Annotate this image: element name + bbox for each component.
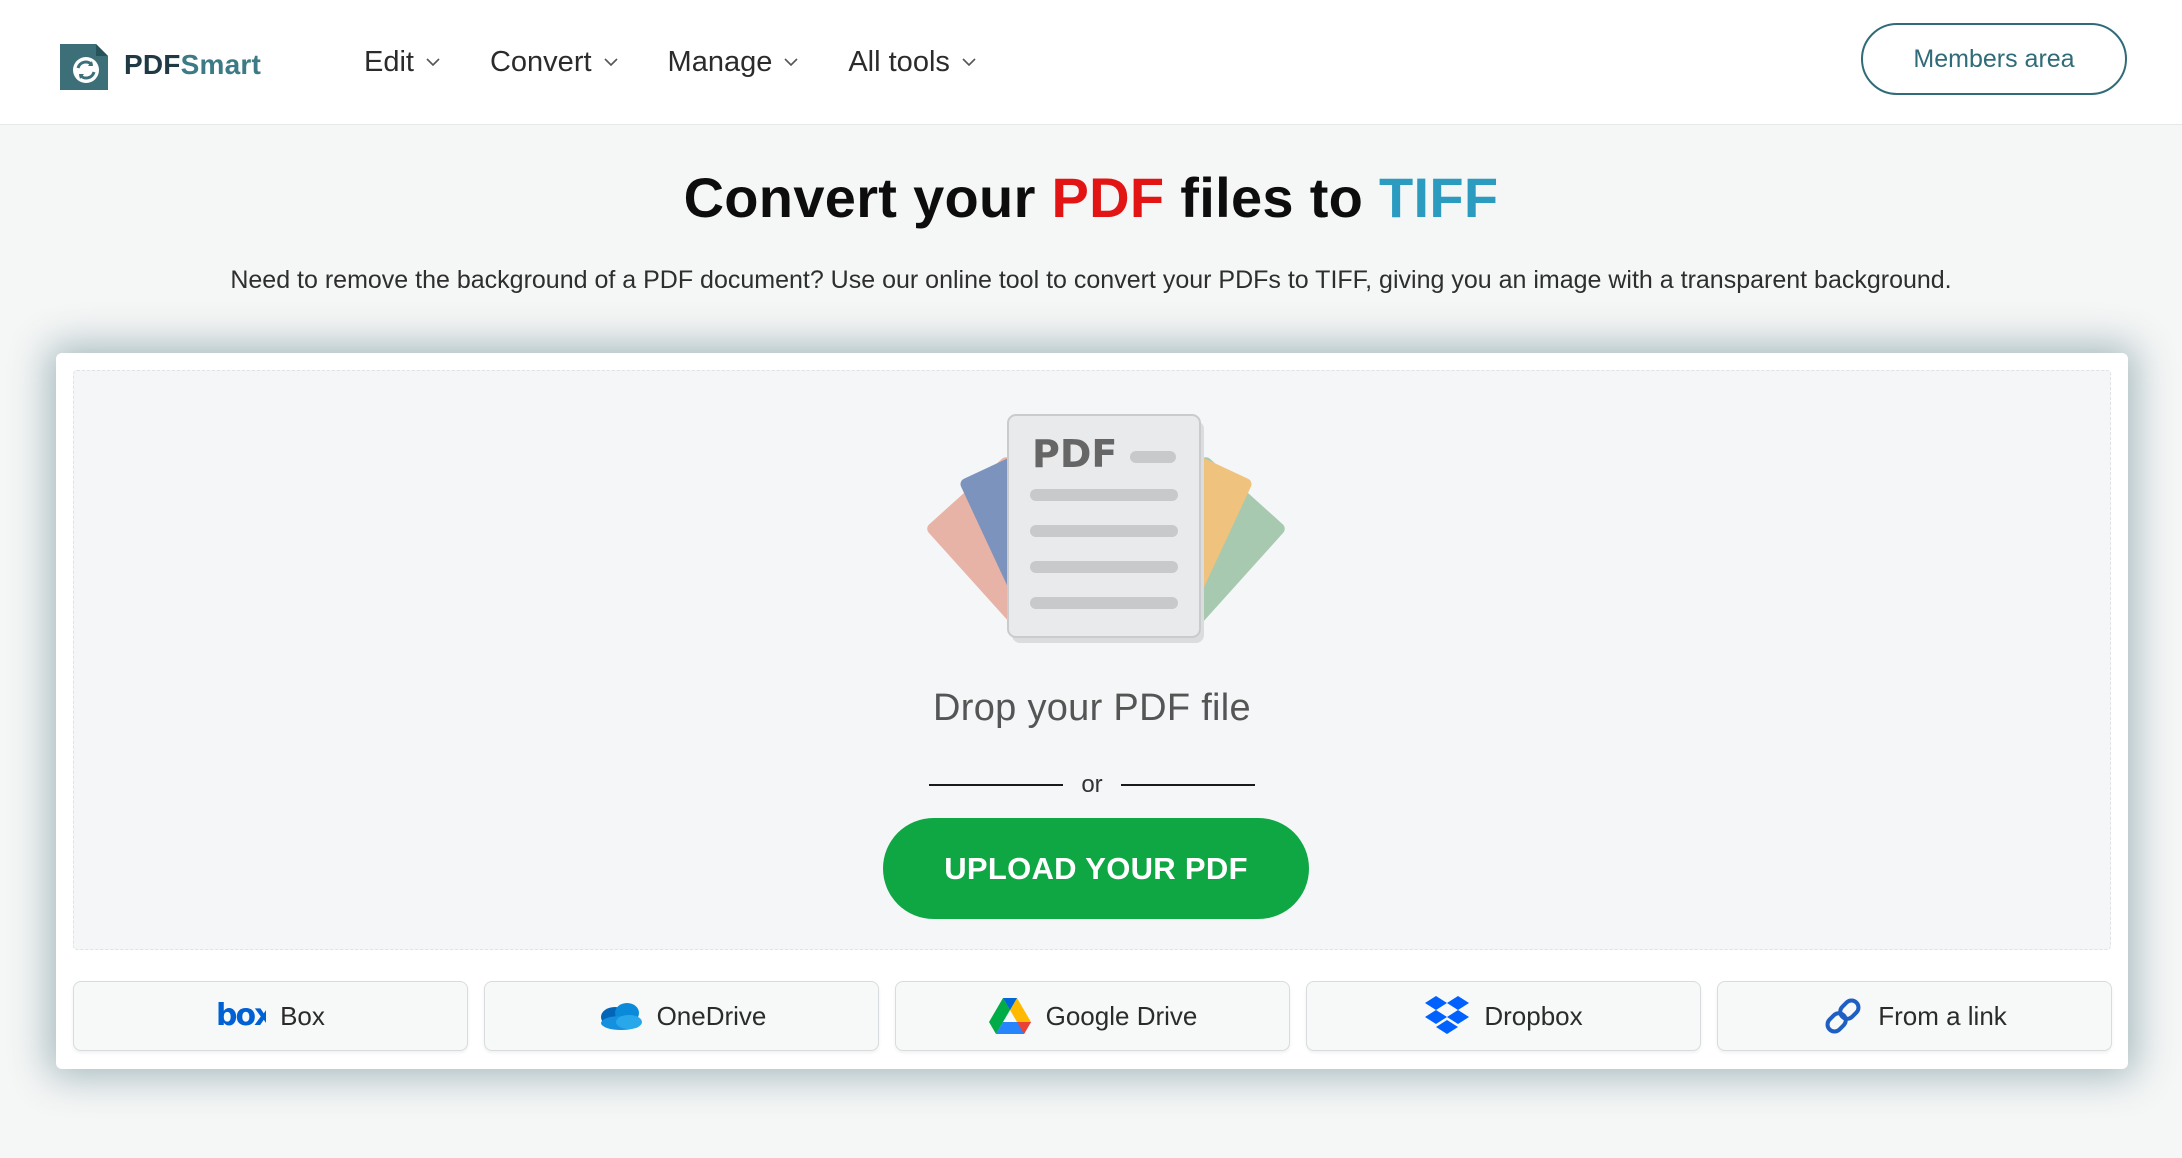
google-drive-icon	[988, 996, 1032, 1036]
main-nav: Edit Convert Manage All tools	[364, 42, 1026, 82]
divider-line-right	[1120, 784, 1255, 786]
box-icon: box	[216, 1001, 266, 1031]
page-subtitle: Need to remove the background of a PDF d…	[230, 266, 1952, 294]
chevron-down-icon	[603, 58, 618, 67]
or-label: or	[1081, 771, 1103, 798]
source-google-drive-button[interactable]: Google Drive	[895, 981, 1290, 1051]
source-from-link-label: From a link	[1878, 1000, 2007, 1031]
onedrive-icon	[597, 1001, 643, 1031]
title-part2: files to	[1164, 166, 1380, 229]
source-onedrive-label: OneDrive	[656, 1000, 767, 1031]
nav-convert[interactable]: Convert	[490, 42, 620, 82]
upload-card: W X PDF Drop your PDF file or U	[56, 353, 2128, 1069]
source-dropbox-button[interactable]: Dropbox	[1306, 981, 1701, 1051]
dropbox-icon	[1424, 994, 1470, 1038]
source-from-link-button[interactable]: From a link	[1717, 981, 2112, 1051]
title-part1: Convert your	[683, 166, 1052, 229]
nav-manage[interactable]: Manage	[668, 42, 801, 82]
link-icon	[1822, 995, 1864, 1037]
chevron-down-icon	[962, 58, 976, 67]
top-navbar: PDFSmart Edit Convert Manage All tools M…	[0, 0, 2182, 125]
nav-all-tools-label: All tools	[848, 45, 950, 78]
source-google-drive-label: Google Drive	[1045, 1000, 1198, 1031]
chevron-down-icon	[426, 58, 440, 67]
cloud-sources: box Box OneDrive Google Drive Dropbox Fr…	[73, 981, 2113, 1051]
source-onedrive-button[interactable]: OneDrive	[484, 981, 879, 1051]
source-box-button[interactable]: box Box	[73, 981, 468, 1051]
logo-text-smart: Smart	[180, 49, 261, 80]
file-dropzone[interactable]: W X PDF Drop your PDF file or U	[73, 370, 2111, 950]
chevron-down-icon	[784, 58, 798, 67]
pdfsmart-logo[interactable]: PDFSmart	[56, 36, 261, 94]
divider-line-left	[929, 784, 1064, 786]
or-divider: or	[74, 771, 2110, 799]
drop-file-text: Drop your PDF file	[933, 687, 1251, 729]
box-icon-text: box	[216, 1001, 266, 1031]
members-area-button[interactable]: Members area	[1861, 23, 2127, 95]
pdfsmart-logo-icon	[60, 44, 108, 90]
nav-edit[interactable]: Edit	[364, 42, 442, 82]
page-title: Convert your PDF files to TIFF	[0, 165, 2182, 230]
upload-pdf-button[interactable]: UPLOAD YOUR PDF	[883, 818, 1309, 919]
nav-convert-label: Convert	[489, 45, 592, 78]
nav-all-tools[interactable]: All tools	[848, 42, 978, 82]
title-pdf: PDF	[1051, 166, 1165, 229]
title-tiff: TIFF	[1379, 166, 1499, 229]
source-dropbox-label: Dropbox	[1484, 1000, 1583, 1031]
source-box-label: Box	[280, 1000, 325, 1031]
nav-manage-label: Manage	[667, 45, 773, 78]
nav-edit-label: Edit	[364, 45, 414, 78]
illustration-pdf-label: PDF	[1032, 432, 1117, 476]
logo-text-pdf: PDF	[124, 49, 181, 80]
file-types-illustration: W X PDF	[927, 414, 1285, 643]
logo-wordmark: PDFSmart	[124, 49, 261, 81]
